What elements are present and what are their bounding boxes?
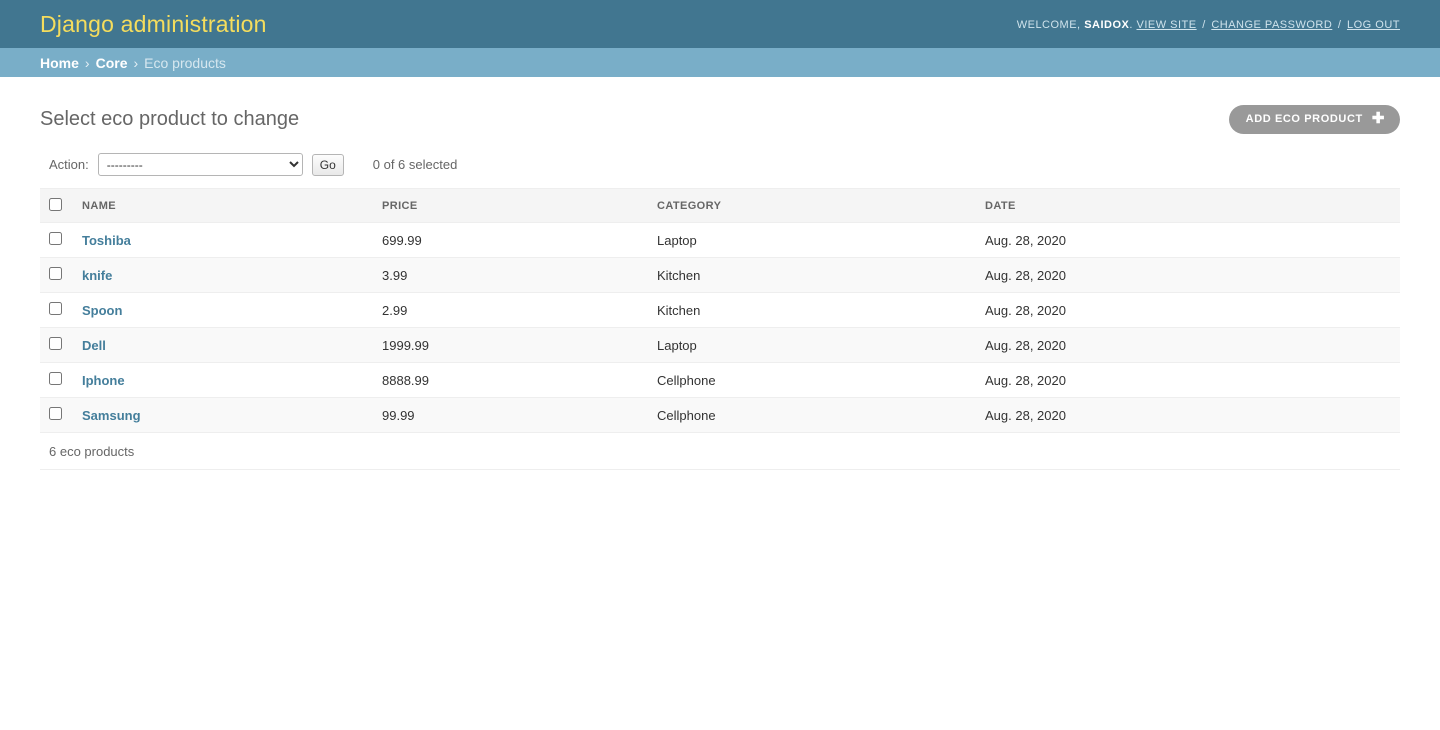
- select-all-checkbox[interactable]: [49, 198, 62, 211]
- actions-toolbar: Action: --------- Go 0 of 6 selected: [40, 147, 1400, 188]
- row-select-cell: [40, 222, 72, 258]
- username-label: SAIDOX: [1084, 19, 1130, 31]
- row-select-cell: [40, 362, 72, 398]
- cell-price: 99.99: [372, 397, 647, 433]
- table-row: Iphone 8888.99 Cellphone Aug. 28, 2020: [40, 362, 1400, 398]
- cell-category: Cellphone: [647, 397, 975, 433]
- row-select-cell: [40, 327, 72, 363]
- cell-category: Kitchen: [647, 292, 975, 328]
- table-header-row: NAME PRICE CATEGORY DATE: [40, 188, 1400, 223]
- cell-name: Dell: [72, 327, 372, 363]
- username-period: .: [1129, 19, 1133, 31]
- breadcrumb-home[interactable]: Home: [40, 55, 79, 71]
- row-select-checkbox[interactable]: [49, 372, 62, 385]
- row-select-checkbox[interactable]: [49, 337, 62, 350]
- column-header-category[interactable]: CATEGORY: [647, 188, 975, 223]
- cell-name: Iphone: [72, 362, 372, 398]
- cell-category: Laptop: [647, 327, 975, 363]
- user-tools: WELCOME, SAIDOX. VIEW SITE / CHANGE PASS…: [1017, 17, 1400, 31]
- cell-name: knife: [72, 257, 372, 293]
- cell-date: Aug. 28, 2020: [975, 397, 1400, 433]
- link-separator-2: /: [1337, 19, 1342, 31]
- log-out-link[interactable]: LOG OUT: [1347, 19, 1400, 31]
- eco-product-link[interactable]: Samsung: [82, 408, 141, 423]
- table-row: knife 3.99 Kitchen Aug. 28, 2020: [40, 257, 1400, 293]
- changelist: Action: --------- Go 0 of 6 selected NAM…: [40, 147, 1400, 470]
- column-header-price[interactable]: PRICE: [372, 188, 647, 223]
- table-row: Dell 1999.99 Laptop Aug. 28, 2020: [40, 327, 1400, 363]
- table-row: Toshiba 699.99 Laptop Aug. 28, 2020: [40, 222, 1400, 258]
- table-row: Spoon 2.99 Kitchen Aug. 28, 2020: [40, 292, 1400, 328]
- cell-date: Aug. 28, 2020: [975, 362, 1400, 398]
- cell-category: Kitchen: [647, 257, 975, 293]
- page-title: Select eco product to change: [40, 107, 300, 130]
- cell-price: 3.99: [372, 257, 647, 293]
- action-label: Action:: [49, 157, 89, 172]
- breadcrumb-separator-2: ›: [133, 54, 139, 71]
- branding: Django administration: [40, 10, 267, 37]
- results-table-body: Toshiba 699.99 Laptop Aug. 28, 2020 knife 3.9…: [40, 222, 1400, 433]
- add-eco-product-label: ADD ECO PRODUCT: [1245, 112, 1363, 125]
- action-select[interactable]: ---------: [97, 153, 303, 176]
- row-select-cell: [40, 292, 72, 328]
- site-header: Django administration WELCOME, SAIDOX. V…: [0, 0, 1440, 48]
- cell-price: 1999.99: [372, 327, 647, 363]
- breadcrumb-current: Eco products: [144, 54, 226, 71]
- action-counter: 0 of 6 selected: [372, 157, 458, 172]
- column-header-name[interactable]: NAME: [72, 188, 372, 223]
- column-header-date[interactable]: DATE: [975, 188, 1400, 223]
- results-table-head: NAME PRICE CATEGORY DATE: [40, 188, 1400, 223]
- select-all-header: [40, 188, 72, 223]
- page-title-row: Select eco product to change ADD ECO PRO…: [40, 77, 1400, 139]
- cell-date: Aug. 28, 2020: [975, 292, 1400, 328]
- cell-date: Aug. 28, 2020: [975, 257, 1400, 293]
- cell-name: Samsung: [72, 397, 372, 433]
- row-select-checkbox[interactable]: [49, 302, 62, 315]
- row-select-cell: [40, 257, 72, 293]
- cell-date: Aug. 28, 2020: [975, 222, 1400, 258]
- cell-name: Toshiba: [72, 222, 372, 258]
- breadcrumb-core[interactable]: Core: [96, 55, 128, 71]
- row-select-checkbox[interactable]: [49, 407, 62, 420]
- eco-product-link[interactable]: Toshiba: [82, 233, 131, 248]
- cell-name: Spoon: [72, 292, 372, 328]
- cell-category: Laptop: [647, 222, 975, 258]
- go-button[interactable]: Go: [311, 153, 344, 176]
- eco-product-link[interactable]: Spoon: [82, 303, 122, 318]
- eco-product-link[interactable]: Dell: [82, 338, 106, 353]
- cell-category: Cellphone: [647, 362, 975, 398]
- row-select-checkbox[interactable]: [49, 232, 62, 245]
- plus-icon: ✚: [1371, 109, 1385, 127]
- cell-price: 699.99: [372, 222, 647, 258]
- site-title: Django administration: [40, 10, 267, 37]
- row-select-cell: [40, 397, 72, 433]
- table-row: Samsung 99.99 Cellphone Aug. 28, 2020: [40, 397, 1400, 433]
- link-separator-1: /: [1202, 19, 1206, 31]
- result-count: 6 eco products: [40, 433, 1400, 470]
- breadcrumb-separator-1: ›: [84, 54, 90, 71]
- main-content: Select eco product to change ADD ECO PRO…: [0, 77, 1440, 470]
- welcome-text: WELCOME,: [1016, 19, 1081, 31]
- add-eco-product-button[interactable]: ADD ECO PRODUCT ✚: [1228, 104, 1400, 134]
- results-table: NAME PRICE CATEGORY DATE Toshiba 699.99 La…: [40, 188, 1400, 433]
- eco-product-link[interactable]: Iphone: [82, 373, 125, 388]
- breadcrumb: Home › Core › Eco products: [0, 48, 1440, 77]
- eco-product-link[interactable]: knife: [82, 268, 112, 283]
- cell-price: 8888.99: [372, 362, 647, 398]
- cell-price: 2.99: [372, 292, 647, 328]
- row-select-checkbox[interactable]: [49, 267, 62, 280]
- view-site-link[interactable]: VIEW SITE: [1137, 19, 1197, 31]
- cell-date: Aug. 28, 2020: [975, 327, 1400, 363]
- change-password-link[interactable]: CHANGE PASSWORD: [1211, 19, 1332, 31]
